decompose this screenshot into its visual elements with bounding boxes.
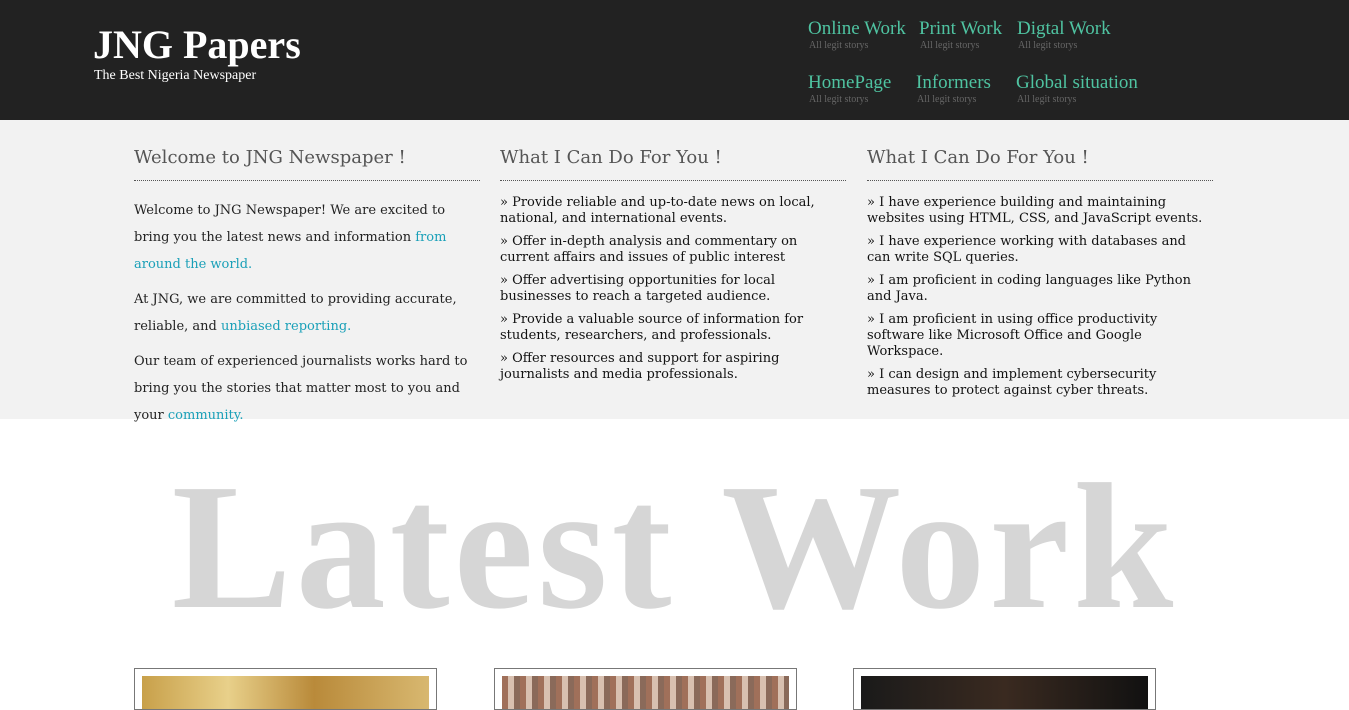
list-item: » Offer in-depth analysis and commentary… xyxy=(500,234,798,265)
list-item: » I can design and implement cybersecuri… xyxy=(867,367,1157,398)
nav-item-homepage[interactable]: HomePage All legit storys xyxy=(808,72,891,106)
services-column: What I Can Do For You ! » Provide reliab… xyxy=(500,147,846,390)
welcome-column: Welcome to JNG Newspaper ! Welcome to JN… xyxy=(134,147,480,437)
list-item: » I have experience working with databas… xyxy=(867,234,1187,265)
site-logo[interactable]: JNG Papers xyxy=(93,22,301,68)
nav-item-informers[interactable]: Informers All legit storys xyxy=(916,72,991,106)
nav-sublabel: All legit storys xyxy=(917,94,977,105)
skills-list: » I have experience building and maintai… xyxy=(867,195,1213,399)
list-item: » Offer advertising opportunities for lo… xyxy=(500,273,776,304)
nav-sublabel: All legit storys xyxy=(809,40,869,51)
services-heading: What I Can Do For You ! xyxy=(500,147,846,181)
services-list: » Provide reliable and up-to-date news o… xyxy=(500,195,846,383)
work-thumbnail[interactable] xyxy=(494,668,797,710)
nav-label[interactable]: Global situation xyxy=(1016,72,1138,94)
unbiased-reporting-link[interactable]: unbiased reporting. xyxy=(221,319,351,334)
nav-label[interactable]: Digtal Work xyxy=(1017,18,1111,40)
nav-label[interactable]: HomePage xyxy=(808,72,891,94)
team-paragraph: Our team of experienced journalists work… xyxy=(134,348,480,429)
nav-sublabel: All legit storys xyxy=(920,40,980,51)
list-item: » I have experience building and maintai… xyxy=(867,195,1203,226)
commitment-paragraph: At JNG, we are committed to providing ac… xyxy=(134,286,480,340)
community-link[interactable]: community. xyxy=(168,408,244,423)
nav-item-global-situation[interactable]: Global situation All legit storys xyxy=(1016,72,1138,106)
welcome-heading: Welcome to JNG Newspaper ! xyxy=(134,147,480,181)
site-tagline: The Best Nigeria Newspaper xyxy=(94,68,257,83)
work-thumbnail[interactable] xyxy=(853,668,1156,710)
nav-label[interactable]: Online Work xyxy=(808,18,906,40)
nav-item-print-work[interactable]: Print Work All legit storys xyxy=(919,18,1002,52)
site-header: JNG Papers The Best Nigeria Newspaper On… xyxy=(0,0,1349,120)
list-item: » Provide reliable and up-to-date news o… xyxy=(500,195,815,226)
nav-item-digital-work[interactable]: Digtal Work All legit storys xyxy=(1017,18,1111,52)
latest-work-heading: Latest Work xyxy=(171,447,1178,646)
list-item: » Provide a valuable source of informati… xyxy=(500,312,804,343)
nav-label[interactable]: Print Work xyxy=(919,18,1002,40)
skills-heading: What I Can Do For You ! xyxy=(867,147,1213,181)
welcome-paragraph: Welcome to JNG Newspaper! We are excited… xyxy=(134,197,480,278)
nav-sublabel: All legit storys xyxy=(809,94,869,105)
skills-column: What I Can Do For You ! » I have experie… xyxy=(867,147,1213,406)
nav-sublabel: All legit storys xyxy=(1018,40,1078,51)
nav-item-online-work[interactable]: Online Work All legit storys xyxy=(808,18,906,52)
nav-label[interactable]: Informers xyxy=(916,72,991,94)
paragraph-text: Welcome to JNG Newspaper! We are excited… xyxy=(134,203,446,245)
list-item: » Offer resources and support for aspiri… xyxy=(500,351,780,382)
list-item: » I am proficient in using office produc… xyxy=(867,312,1158,359)
list-item: » I am proficient in coding languages li… xyxy=(867,273,1191,304)
nav-sublabel: All legit storys xyxy=(1017,94,1077,105)
work-thumbnail[interactable] xyxy=(134,668,437,710)
